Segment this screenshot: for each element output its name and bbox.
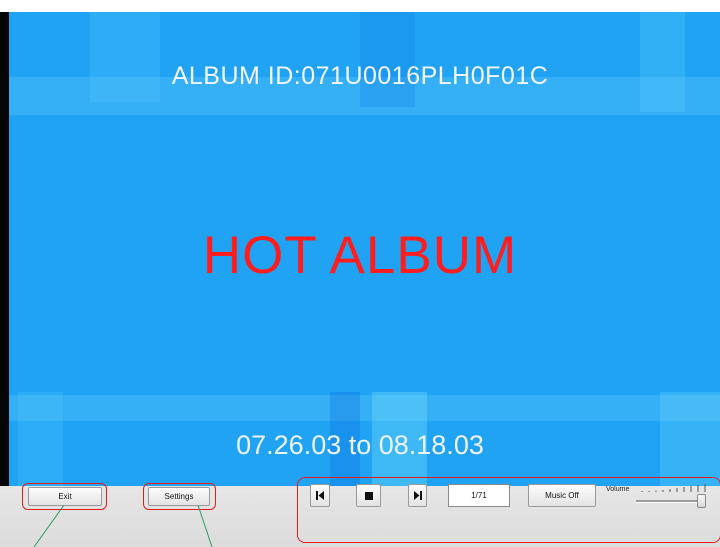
previous-button[interactable] [310,484,330,507]
music-toggle-button[interactable]: Music Off [528,484,596,507]
volume-slider-thumb[interactable] [697,494,706,508]
skip-previous-icon [316,491,324,500]
volume-ticks [641,484,706,492]
slideshow-viewport: ALBUM ID:071U0016PLH0F01C HOT ALBUM 07.2… [0,12,720,486]
album-date-range: 07.26.03 to 08.18.03 [236,430,484,460]
next-button[interactable] [408,484,427,507]
volume-label: Volume [606,486,630,493]
settings-button[interactable]: Settings [148,487,210,506]
album-id-text: ALBUM ID:071U0016PLH0F01C [171,62,549,90]
volume-slider-track[interactable] [636,500,706,503]
skip-next-icon [413,491,422,500]
album-title: HOT ALBUM [202,226,518,285]
exit-button[interactable]: Exit [28,487,102,506]
stop-button[interactable] [356,484,381,507]
stop-icon [364,491,373,500]
decor-band [9,395,720,421]
decor-band [360,12,415,107]
slide-counter: 1/71 [448,484,510,507]
